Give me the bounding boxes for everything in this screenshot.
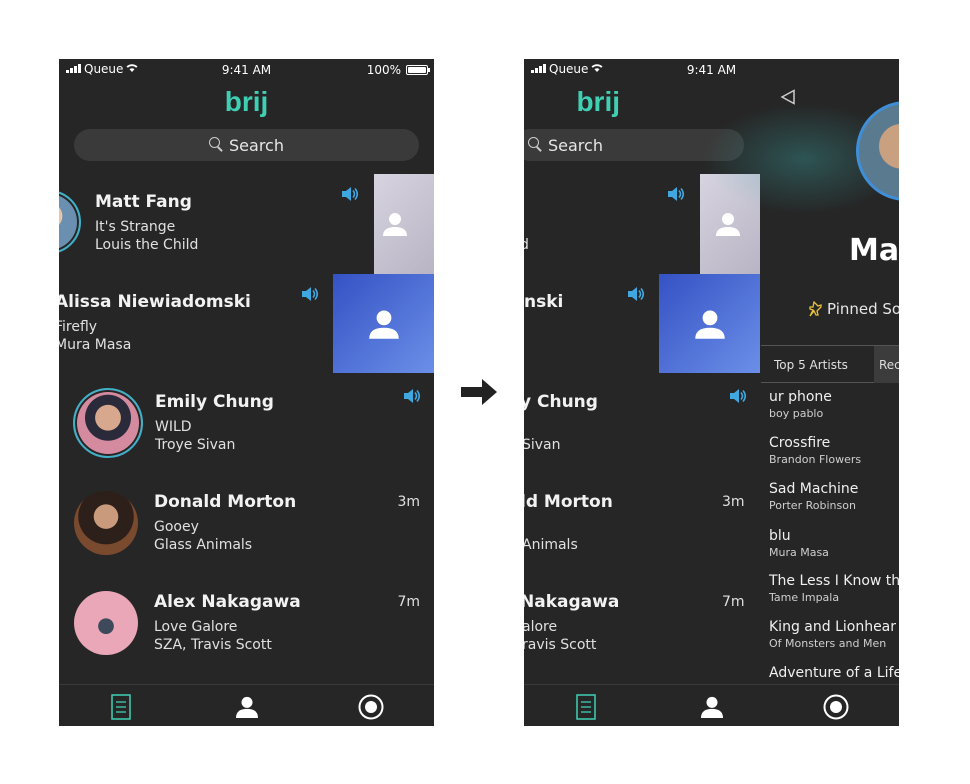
- time-ago: 7m: [397, 594, 420, 610]
- song-title: Gooey: [154, 519, 199, 535]
- song-artist: ravis Scott: [524, 637, 597, 653]
- song-list-item[interactable]: The Less I Know th Tame Impala: [769, 573, 899, 604]
- song-title: Love Galore: [154, 619, 238, 635]
- speaker-icon[interactable]: [403, 388, 421, 404]
- song-title: alore: [524, 619, 558, 635]
- song-list-item[interactable]: King and Lionhear Of Monsters and Men: [769, 619, 899, 650]
- friend-name: Alex Nakagawa: [154, 592, 301, 612]
- speaker-icon[interactable]: [729, 388, 747, 404]
- profile-action-card[interactable]: [659, 274, 760, 373]
- phone-screen-profile-slide: Queue 9:41 AM 100% brij Search d nski y …: [524, 59, 899, 726]
- profile-action-card[interactable]: [333, 274, 434, 373]
- search-bar[interactable]: Search: [74, 129, 419, 161]
- speaker-icon[interactable]: [667, 186, 685, 202]
- user-icon: [694, 309, 725, 339]
- song-artist: Brandon Flowers: [769, 453, 862, 466]
- tab-recent[interactable]: Rec: [874, 346, 899, 383]
- back-icon[interactable]: [780, 89, 796, 105]
- song-artist: Animals: [524, 537, 578, 553]
- song-artist: SZA, Travis Scott: [154, 637, 272, 653]
- feed-row-emily-chung[interactable]: Emily Chung WILD Troye Sivan: [59, 374, 434, 474]
- friend-name: ld Morton: [524, 492, 613, 512]
- profile-tab-icon[interactable]: [235, 696, 259, 718]
- song-title: ur phone: [769, 389, 832, 405]
- record-tab-icon[interactable]: [358, 694, 384, 720]
- profile-tab-icon[interactable]: [700, 696, 724, 718]
- avatar: [59, 190, 81, 254]
- search-icon: [528, 137, 544, 153]
- song-title: Sad Machine: [769, 481, 859, 497]
- song-title: The Less I Know th: [769, 573, 899, 589]
- friend-name: nski: [524, 292, 564, 312]
- pin-icon: [809, 301, 822, 317]
- profile-action-card[interactable]: [374, 174, 434, 274]
- song-title: WILD: [155, 419, 192, 435]
- record-tab-icon[interactable]: [823, 694, 849, 720]
- song-title: It's Strange: [95, 219, 176, 235]
- feed-row-alex-nakagawa[interactable]: Alex Nakagawa Love Galore SZA, Travis Sc…: [59, 574, 434, 674]
- battery-icon: [406, 65, 430, 75]
- song-artist: Sivan: [524, 437, 561, 453]
- song-title: Adventure of a Life: [769, 665, 899, 681]
- song-artist: boy pablo: [769, 407, 824, 420]
- app-logo: brij: [576, 86, 620, 117]
- song-artist: Of Monsters and Men: [769, 637, 887, 650]
- feed-tab-icon[interactable]: [111, 694, 131, 720]
- song-artist: Louis the Child: [95, 237, 199, 253]
- song-artist: Mura Masa: [769, 546, 829, 559]
- feed-row-matt-fang[interactable]: Matt Fang It's Strange Louis the Child: [59, 174, 434, 274]
- song-artist: Troye Sivan: [155, 437, 236, 453]
- song-title: Crossfire: [769, 435, 831, 451]
- avatar: [74, 591, 138, 655]
- friend-name: Emily Chung: [155, 392, 274, 412]
- song-artist: Porter Robinson: [769, 499, 856, 512]
- user-icon: [368, 309, 399, 339]
- friend-name: Nakagawa: [524, 592, 620, 612]
- song-list-item[interactable]: Adventure of a Life: [769, 665, 899, 681]
- feed-row-alissa-niewiadomski[interactable]: Alissa Niewiadomski Firefly Mura Masa: [59, 274, 434, 374]
- speaker-icon[interactable]: [341, 186, 359, 202]
- feed-row-donald-morton[interactable]: Donald Morton Gooey Glass Animals 3m: [59, 474, 434, 574]
- search-placeholder: Search: [548, 135, 603, 155]
- friend-name: Donald Morton: [154, 492, 297, 512]
- tab-bar: [59, 684, 434, 726]
- profile-tabs: Top 5 Artists Rec: [761, 345, 899, 383]
- user-icon: [383, 213, 407, 236]
- song-list-item[interactable]: ur phone boy pablo: [769, 389, 899, 420]
- transition-arrow-icon: [461, 379, 497, 405]
- tab-bar: [524, 684, 899, 726]
- pinned-text: Pinned So: [827, 300, 899, 318]
- song-artist: d: [524, 237, 529, 253]
- profile-name: Mat: [849, 233, 899, 268]
- friend-name: y Chung: [524, 392, 598, 412]
- time-ago: 7m: [722, 594, 745, 610]
- status-bar: Queue 9:41 AM 100%: [59, 59, 434, 81]
- avatar: [73, 388, 143, 458]
- battery-percent: 100%: [366, 63, 401, 77]
- search-icon: [209, 137, 225, 153]
- search-placeholder: Search: [229, 135, 284, 155]
- pinned-song-label: Pinned So: [809, 300, 899, 318]
- song-list-item[interactable]: Sad Machine Porter Robinson: [769, 481, 899, 512]
- tab-top-artists[interactable]: Top 5 Artists: [774, 358, 848, 372]
- app-logo: brij: [224, 86, 269, 117]
- time-ago: 3m: [397, 494, 420, 510]
- feed-tab-icon[interactable]: [576, 694, 596, 720]
- song-title: blu: [769, 528, 791, 544]
- song-artist: Tame Impala: [769, 591, 840, 604]
- speaker-icon[interactable]: [627, 286, 645, 302]
- speaker-icon[interactable]: [301, 286, 319, 302]
- friend-name: Alissa Niewiadomski: [59, 292, 251, 312]
- song-list-item[interactable]: blu Mura Masa: [769, 528, 899, 559]
- song-title: Firefly: [59, 319, 98, 335]
- phone-screen-feed: Queue 9:41 AM 100% brij Search Matt Fang…: [59, 59, 434, 726]
- friend-name: Matt Fang: [95, 192, 192, 212]
- song-list-item[interactable]: Crossfire Brandon Flowers: [769, 435, 899, 466]
- song-artist: Glass Animals: [154, 537, 253, 553]
- time-ago: 3m: [722, 494, 745, 510]
- user-icon: [715, 213, 740, 236]
- avatar: [74, 491, 138, 555]
- song-artist: Mura Masa: [59, 337, 132, 353]
- song-title: King and Lionhear: [769, 619, 897, 635]
